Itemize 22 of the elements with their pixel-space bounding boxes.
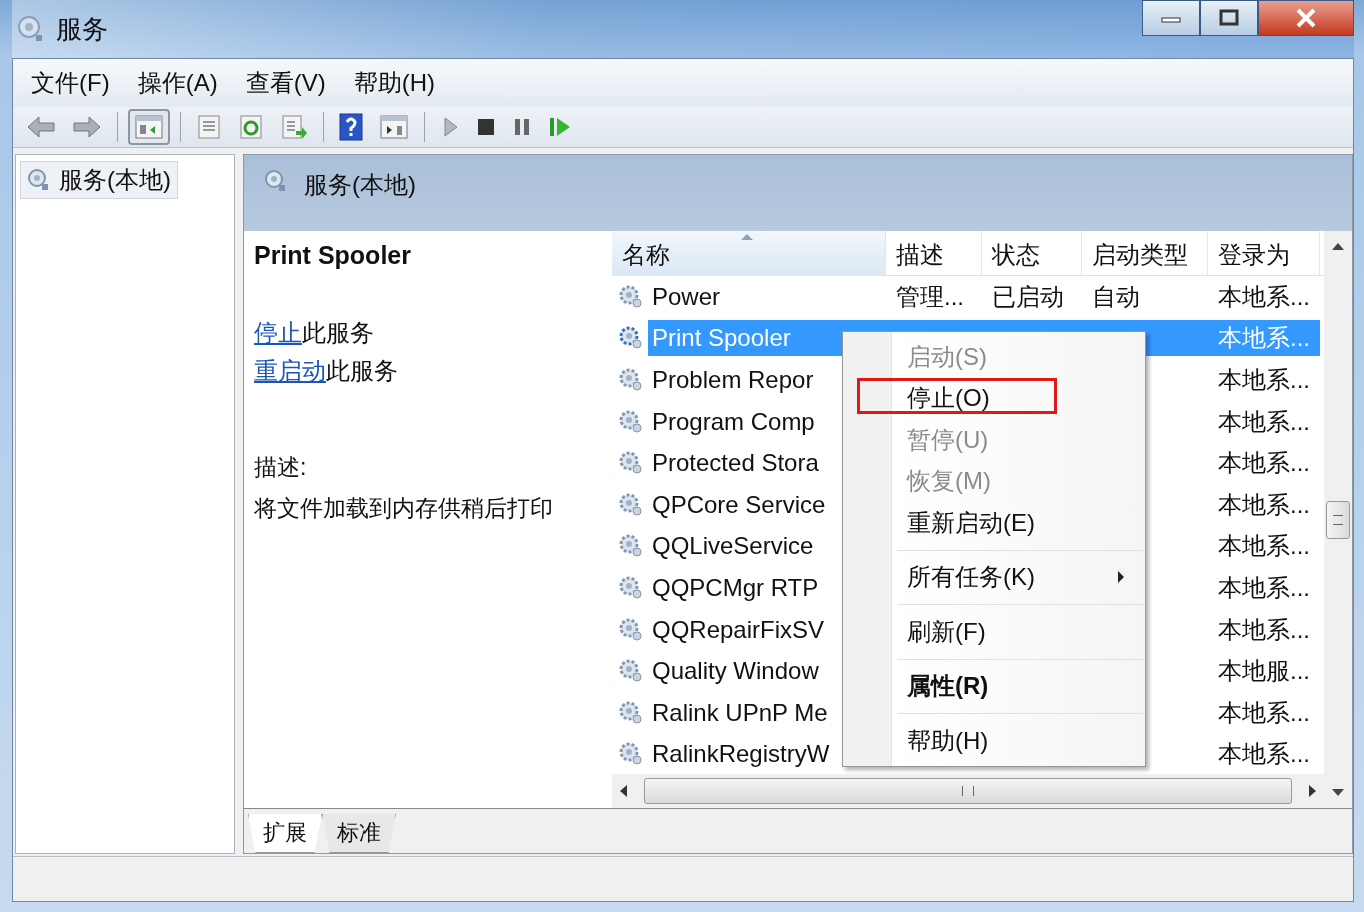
action-sentence: 停止此服务	[254, 318, 375, 348]
table-cell-text: 本地系...	[1218, 572, 1310, 603]
table-cell-text: 自动	[1092, 281, 1140, 312]
table-cell-text: 本地系...	[1218, 323, 1310, 354]
table-cell-text: 本地系...	[1218, 406, 1310, 437]
table-cell-text: 本地系...	[1218, 281, 1310, 312]
description-label: 描述:	[254, 453, 308, 482]
pane-title: 服务(本地)	[304, 170, 416, 200]
table-cell-text: 本地系...	[1218, 697, 1310, 728]
table-cell-text: 本地系...	[1218, 489, 1310, 520]
service-name: Print Spooler	[254, 241, 412, 270]
action-sentence: 重启动此服务	[254, 356, 399, 386]
table-cell-text: 本地系...	[1218, 614, 1310, 645]
table-cell-text: 已启动	[992, 281, 1064, 312]
table-cell-text: 本地服...	[1218, 656, 1310, 687]
window-title: 服务	[56, 12, 108, 46]
table-cell-text: 管理...	[896, 281, 964, 312]
table-cell-text: 本地系...	[1218, 365, 1310, 395]
table-cell-text: 本地系...	[1218, 739, 1310, 770]
table-cell-text: 本地系...	[1218, 448, 1310, 479]
table-cell-text: 本地系...	[1218, 531, 1310, 562]
description-text: 将文件加载到内存供稍后打印	[254, 494, 554, 523]
